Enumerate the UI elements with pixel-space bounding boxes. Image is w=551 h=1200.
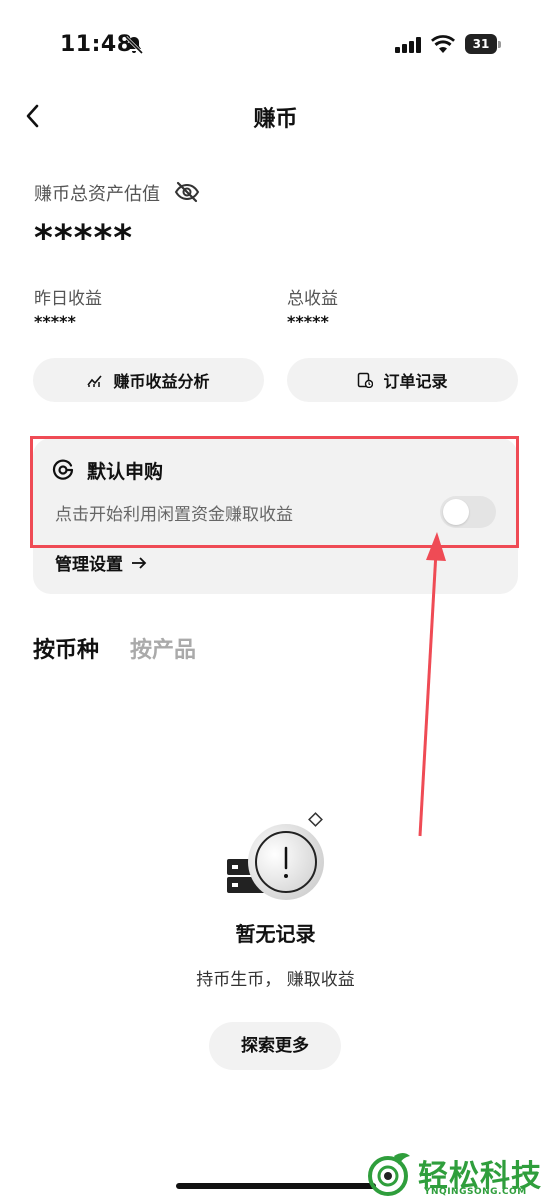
yesterday-earnings-value: ***** [34, 312, 76, 331]
earnings-analysis-button[interactable]: 赚币收益分析 [33, 358, 264, 402]
tab-by-product[interactable]: 按产品 [130, 632, 196, 664]
battery-level: 31 [465, 34, 497, 54]
arrow-right-icon [132, 556, 147, 569]
explore-more-button[interactable]: 探索更多 [209, 1022, 341, 1070]
nav-bar: 赚币 [0, 92, 551, 140]
status-bar: 11:48 31 [0, 0, 551, 92]
annotation-arrow [418, 532, 446, 837]
watermark-url: YNQINGSONG.COM [424, 1187, 527, 1197]
order-history-button[interactable]: 订单记录 [287, 358, 518, 402]
order-history-label: 订单记录 [383, 372, 448, 391]
order-record-icon [358, 372, 374, 388]
manage-settings-label: 管理设置 [55, 555, 123, 575]
earnings-analysis-label: 赚币收益分析 [113, 372, 210, 391]
empty-state-subtitle: 持币生币， 赚取收益 [196, 970, 355, 990]
yesterday-earnings-label: 昨日收益 [34, 289, 102, 309]
empty-record-illustration [227, 812, 324, 900]
chart-icon [87, 375, 103, 387]
total-earnings-value: ***** [287, 312, 329, 331]
status-time: 11:48 [60, 32, 133, 57]
total-asset-value: ***** [34, 218, 134, 259]
battery-icon: 31 [465, 34, 501, 54]
total-asset-label: 赚币总资产估值 [34, 184, 160, 205]
tab-by-coin[interactable]: 按币种 [33, 632, 99, 664]
home-indicator [176, 1183, 376, 1189]
empty-state-title: 暂无记录 [235, 922, 316, 946]
total-earnings-label: 总收益 [287, 289, 338, 309]
manage-settings-link[interactable]: 管理设置 [55, 550, 147, 575]
page-title: 赚币 [253, 107, 298, 132]
bell-off-icon [124, 35, 144, 55]
wifi-icon [431, 35, 455, 53]
signal-icon [395, 37, 421, 53]
eye-off-icon[interactable] [174, 180, 200, 204]
watermark-logo [368, 1153, 410, 1196]
